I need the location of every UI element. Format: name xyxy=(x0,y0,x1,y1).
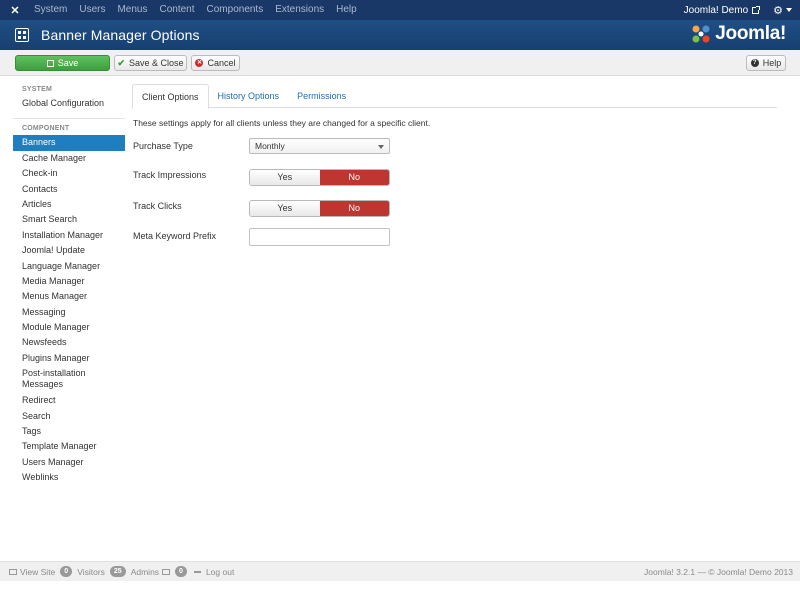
sidebar-item-search[interactable]: Search xyxy=(13,409,125,424)
main-menu: System Users Menus Content Components Ex… xyxy=(30,0,363,20)
sidebar-item-banners[interactable]: Banners xyxy=(13,135,125,151)
status-footer: View Site 0 Visitors 25 Admins 0 Log out… xyxy=(0,561,800,581)
sidebar-item-plugins-manager[interactable]: Plugins Manager xyxy=(13,351,125,366)
cancel-button[interactable]: ✕ Cancel xyxy=(191,55,240,71)
copyright-text: Joomla! 3.2.1 — © Joomla! Demo 2013 xyxy=(644,567,793,577)
purchase-type-select[interactable]: Monthly xyxy=(249,138,390,154)
cancel-icon: ✕ xyxy=(195,59,204,67)
sidebar-heading-component: COMPONENT xyxy=(22,125,70,133)
sidebar: SYSTEM Global Configuration COMPONENT Ba… xyxy=(13,84,125,486)
menu-extensions[interactable]: Extensions xyxy=(269,0,330,20)
menu-menus[interactable]: Menus xyxy=(111,0,153,20)
form-description: These settings apply for all clients unl… xyxy=(133,118,431,128)
visitors-label: Visitors xyxy=(77,566,105,577)
menu-help[interactable]: Help xyxy=(330,0,363,20)
messages-badge[interactable]: 0 xyxy=(175,566,187,577)
site-link-label: Joomla! Demo xyxy=(683,4,749,16)
site-link[interactable]: Joomla! Demo xyxy=(683,4,761,16)
logout-icon xyxy=(193,570,201,573)
view-site-icon xyxy=(9,568,17,575)
brand-text: Joomla! xyxy=(715,23,786,44)
save-button[interactable]: Save xyxy=(15,55,110,71)
purchase-type-label: Purchase Type xyxy=(133,141,193,151)
visitors-badge: 0 xyxy=(60,566,73,577)
sidebar-item-weblinks[interactable]: Weblinks xyxy=(13,470,125,485)
track-clicks-yes[interactable]: Yes xyxy=(250,201,320,216)
purchase-type-value: Monthly xyxy=(255,141,285,151)
admins-badge: 25 xyxy=(109,566,126,577)
sidebar-item-post-installation-messages[interactable]: Post-installation Messages xyxy=(13,366,125,393)
help-label: Help xyxy=(762,58,782,68)
menu-components[interactable]: Components xyxy=(201,0,270,20)
chevron-down-icon xyxy=(378,145,384,149)
options-icon xyxy=(15,28,29,42)
gear-icon: ⚙ xyxy=(773,4,783,17)
sidebar-item-template-manager[interactable]: Template Manager xyxy=(13,439,125,454)
sidebar-item-contacts[interactable]: Contacts xyxy=(13,182,125,197)
meta-keyword-row: Meta Keyword Prefix xyxy=(133,228,393,246)
track-clicks-toggle: Yes No xyxy=(249,200,390,217)
track-impressions-yes[interactable]: Yes xyxy=(250,170,320,185)
track-impressions-row: Track Impressions Yes No xyxy=(133,169,393,187)
sidebar-item-joomla-update[interactable]: Joomla! Update xyxy=(13,243,125,258)
tab-client-options[interactable]: Client Options xyxy=(132,84,209,109)
admins-label: Admins xyxy=(130,566,160,577)
sidebar-item-cache-manager[interactable]: Cache Manager xyxy=(13,151,125,166)
sidebar-item-module-manager[interactable]: Module Manager xyxy=(13,320,125,335)
track-impressions-label: Track Impressions xyxy=(133,170,207,180)
save-label: Save xyxy=(57,58,79,68)
meta-keyword-label: Meta Keyword Prefix xyxy=(133,231,217,241)
joomla-logo-icon xyxy=(692,25,710,43)
sidebar-item-tags[interactable]: Tags xyxy=(13,424,125,439)
client-options-form: These settings apply for all clients unl… xyxy=(133,118,431,246)
sidebar-item-menus-manager[interactable]: Menus Manager xyxy=(13,289,125,304)
tab-history-options[interactable]: History Options xyxy=(209,84,289,108)
purchase-type-row: Purchase Type Monthly xyxy=(133,138,393,156)
help-button[interactable]: ? Help xyxy=(746,55,786,71)
title-header: Banner Manager Options Joomla! xyxy=(0,20,800,50)
sidebar-divider xyxy=(13,118,125,120)
sidebar-item-smart-search[interactable]: Smart Search xyxy=(13,212,125,227)
sidebar-item-media-manager[interactable]: Media Manager xyxy=(13,274,125,289)
messages-icon xyxy=(162,568,171,575)
edit-icon xyxy=(46,59,54,67)
sidebar-item-messaging[interactable]: Messaging xyxy=(13,305,125,320)
sidebar-item-language-manager[interactable]: Language Manager xyxy=(13,259,125,274)
tab-permissions[interactable]: Permissions xyxy=(288,84,355,108)
sidebar-item-redirect[interactable]: Redirect xyxy=(13,393,125,408)
external-link-icon xyxy=(752,5,761,14)
sidebar-item-check-in[interactable]: Check-in xyxy=(13,166,125,181)
sidebar-item-articles[interactable]: Articles xyxy=(13,197,125,212)
top-navbar: ✕ System Users Menus Content Components … xyxy=(0,0,800,20)
user-settings-menu[interactable]: ⚙ xyxy=(773,4,792,17)
sidebar-item-users-manager[interactable]: Users Manager xyxy=(13,455,125,470)
sidebar-item-global-configuration[interactable]: Global Configuration xyxy=(13,96,125,111)
view-site-link[interactable]: View Site xyxy=(20,567,55,577)
track-clicks-row: Track Clicks Yes No xyxy=(133,200,393,218)
track-impressions-no[interactable]: No xyxy=(319,170,389,185)
check-icon: ✔ xyxy=(117,57,125,68)
meta-keyword-input[interactable] xyxy=(249,228,390,246)
sidebar-heading-system: SYSTEM xyxy=(22,86,52,93)
question-icon: ? xyxy=(750,59,759,67)
menu-users[interactable]: Users xyxy=(73,0,111,20)
save-close-button[interactable]: ✔ Save & Close xyxy=(114,55,187,71)
logout-link[interactable]: Log out xyxy=(206,567,234,577)
track-clicks-label: Track Clicks xyxy=(133,201,182,211)
menu-content[interactable]: Content xyxy=(153,0,200,20)
track-impressions-toggle: Yes No xyxy=(249,169,390,186)
options-tabs: Client Options History Options Permissio… xyxy=(132,84,777,109)
save-close-label: Save & Close xyxy=(129,58,184,68)
joomla-menu-icon[interactable]: ✕ xyxy=(0,0,30,20)
chevron-down-icon xyxy=(786,8,792,12)
joomla-logo: Joomla! xyxy=(690,23,786,45)
toolbar: Save ✔ Save & Close ✕ Cancel ? Help xyxy=(0,50,800,76)
page-title: Banner Manager Options xyxy=(41,27,200,43)
sidebar-item-installation-manager[interactable]: Installation Manager xyxy=(13,228,125,243)
cancel-label: Cancel xyxy=(207,58,236,68)
track-clicks-no[interactable]: No xyxy=(319,201,389,216)
sidebar-item-newsfeeds[interactable]: Newsfeeds xyxy=(13,335,125,350)
menu-system[interactable]: System xyxy=(30,0,73,20)
